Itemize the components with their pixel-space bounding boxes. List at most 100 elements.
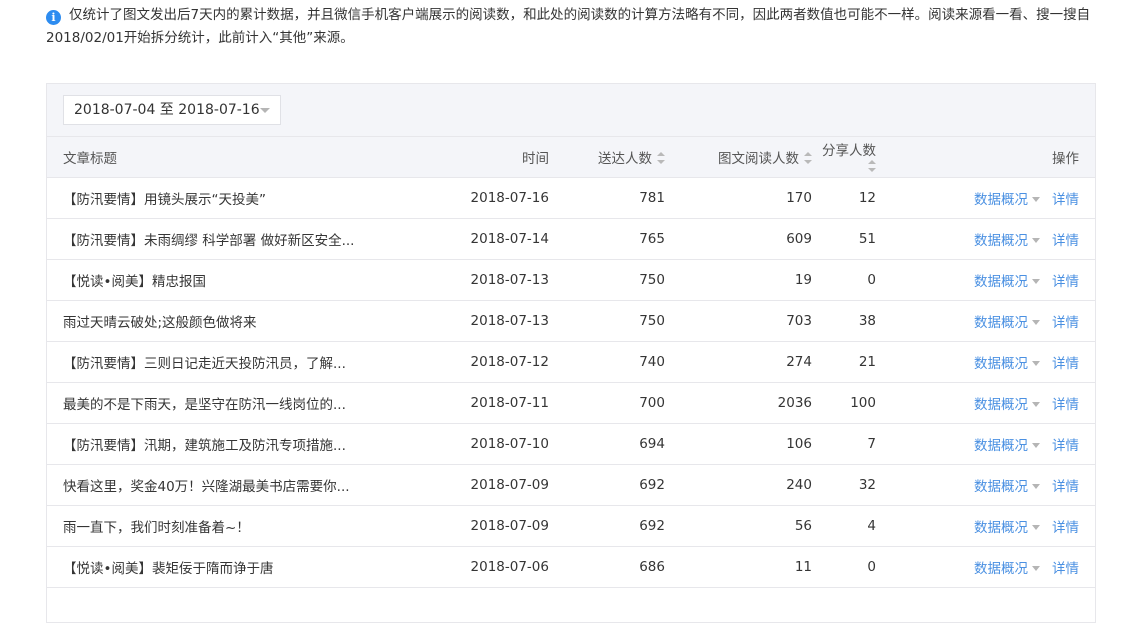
article-title: 【悦读•阅美】裴矩佞于隋而诤于唐 [47,546,423,588]
article-time: 2018-07-14 [423,218,549,260]
header-share-sortable[interactable]: 分享人数 [812,136,928,178]
article-title: 【防汛要情】用镜头展示“天投美” [47,177,423,219]
row-actions: 数据概况 详情 [928,300,1095,342]
sent-count: 750 [549,259,665,301]
sent-count: 692 [549,464,665,506]
share-count: 0 [812,546,928,588]
header-title: 文章标题 [47,136,423,178]
data-overview-dropdown[interactable]: 数据概况 [974,516,1040,536]
read-count: 11 [665,546,812,588]
read-count: 170 [665,177,812,219]
table-row: 【悦读•阅美】精忠报国 2018-07-13 750 19 0 数据概况 详情 [47,259,1095,301]
detail-link[interactable]: 详情 [1052,393,1079,413]
filter-toolbar: 2018-07-04 至 2018-07-16 [47,84,1095,136]
data-overview-dropdown[interactable]: 数据概况 [974,352,1040,372]
chevron-down-icon [1032,525,1040,530]
read-count: 703 [665,300,812,342]
sort-icon [868,160,876,172]
detail-link[interactable]: 详情 [1052,311,1079,331]
share-count: 100 [812,382,928,424]
data-overview-dropdown[interactable]: 数据概况 [974,188,1040,208]
table-header-row: 文章标题 时间 送达人数 图文阅读人数 分享人数 操作 [47,136,1095,178]
date-range-value: 2018-07-04 至 2018-07-16 [74,102,260,118]
detail-link[interactable]: 详情 [1052,270,1079,290]
chevron-down-icon [1032,566,1040,571]
read-count: 106 [665,423,812,465]
row-actions: 数据概况 详情 [928,259,1095,301]
detail-link[interactable]: 详情 [1052,188,1079,208]
chevron-down-icon [1032,402,1040,407]
row-actions: 数据概况 详情 [928,177,1095,219]
article-time: 2018-07-13 [423,300,549,342]
chevron-down-icon [1032,279,1040,284]
table-row: 【防汛要情】汛期，建筑施工及防汛专项措施... 2018-07-10 694 1… [47,423,1095,465]
sent-count: 740 [549,341,665,383]
read-count: 609 [665,218,812,260]
date-range-picker[interactable]: 2018-07-04 至 2018-07-16 [63,95,281,125]
header-read-sortable[interactable]: 图文阅读人数 [665,136,812,178]
table-row: 【防汛要情】三则日记走近天投防汛员，了解... 2018-07-12 740 2… [47,341,1095,383]
read-count: 56 [665,505,812,547]
detail-link[interactable]: 详情 [1052,475,1079,495]
table-row: 最美的不是下雨天，是坚守在防汛一线岗位的... 2018-07-11 700 2… [47,382,1095,424]
data-overview-dropdown[interactable]: 数据概况 [974,270,1040,290]
share-count: 4 [812,505,928,547]
detail-link[interactable]: 详情 [1052,516,1079,536]
header-sent-sortable[interactable]: 送达人数 [549,136,665,178]
share-count: 0 [812,259,928,301]
article-time: 2018-07-13 [423,259,549,301]
article-title: 最美的不是下雨天，是坚守在防汛一线岗位的... [47,382,423,424]
article-stats-panel: 2018-07-04 至 2018-07-16 文章标题 时间 送达人数 图文阅… [46,83,1096,623]
article-time: 2018-07-16 [423,177,549,219]
data-overview-dropdown[interactable]: 数据概况 [974,557,1040,577]
chevron-down-icon [1032,320,1040,325]
detail-link[interactable]: 详情 [1052,557,1079,577]
share-count: 51 [812,218,928,260]
data-overview-dropdown[interactable]: 数据概况 [974,229,1040,249]
row-actions: 数据概况 详情 [928,382,1095,424]
table-row: 【防汛要情】未雨绸缪 科学部署 做好新区安全... 2018-07-14 765… [47,218,1095,260]
table-row: 雨一直下，我们时刻准备着~！ 2018-07-09 692 56 4 数据概况 … [47,505,1095,547]
share-count: 38 [812,300,928,342]
table-row: 快看这里，奖金40万！兴隆湖最美书店需要你... 2018-07-09 692 … [47,464,1095,506]
sent-count: 694 [549,423,665,465]
header-read-label: 图文阅读人数 [718,151,799,167]
row-actions: 数据概况 详情 [928,218,1095,260]
row-actions: 数据概况 详情 [928,341,1095,383]
article-time: 2018-07-10 [423,423,549,465]
table-row: 【防汛要情】用镜头展示“天投美” 2018-07-16 781 170 12 数… [47,177,1095,219]
sent-count: 692 [549,505,665,547]
share-count: 7 [812,423,928,465]
article-time: 2018-07-09 [423,464,549,506]
data-overview-dropdown[interactable]: 数据概况 [974,311,1040,331]
detail-link[interactable]: 详情 [1052,434,1079,454]
table-row: 【悦读•阅美】裴矩佞于隋而诤于唐 2018-07-06 686 11 0 数据概… [47,546,1095,588]
share-count: 21 [812,341,928,383]
article-table: 文章标题 时间 送达人数 图文阅读人数 分享人数 操作 【防汛要情】用镜头展示“… [47,136,1095,588]
row-actions: 数据概况 详情 [928,464,1095,506]
sent-count: 750 [549,300,665,342]
read-count: 240 [665,464,812,506]
header-share-label: 分享人数 [822,143,876,159]
sort-icon [657,152,665,164]
chevron-down-icon [1032,361,1040,366]
read-count: 274 [665,341,812,383]
detail-link[interactable]: 详情 [1052,229,1079,249]
sort-icon [804,152,812,164]
row-actions: 数据概况 详情 [928,546,1095,588]
chevron-down-icon [1032,197,1040,202]
article-time: 2018-07-09 [423,505,549,547]
data-overview-dropdown[interactable]: 数据概况 [974,393,1040,413]
detail-link[interactable]: 详情 [1052,352,1079,372]
article-title: 【防汛要情】三则日记走近天投防汛员，了解... [47,341,423,383]
article-title: 【防汛要情】汛期，建筑施工及防汛专项措施... [47,423,423,465]
chevron-down-icon [1032,484,1040,489]
sent-count: 686 [549,546,665,588]
article-title: 快看这里，奖金40万！兴隆湖最美书店需要你... [47,464,423,506]
chevron-down-icon [1032,443,1040,448]
share-count: 32 [812,464,928,506]
data-overview-dropdown[interactable]: 数据概况 [974,434,1040,454]
read-count: 19 [665,259,812,301]
data-overview-dropdown[interactable]: 数据概况 [974,475,1040,495]
header-sent-label: 送达人数 [598,151,652,167]
